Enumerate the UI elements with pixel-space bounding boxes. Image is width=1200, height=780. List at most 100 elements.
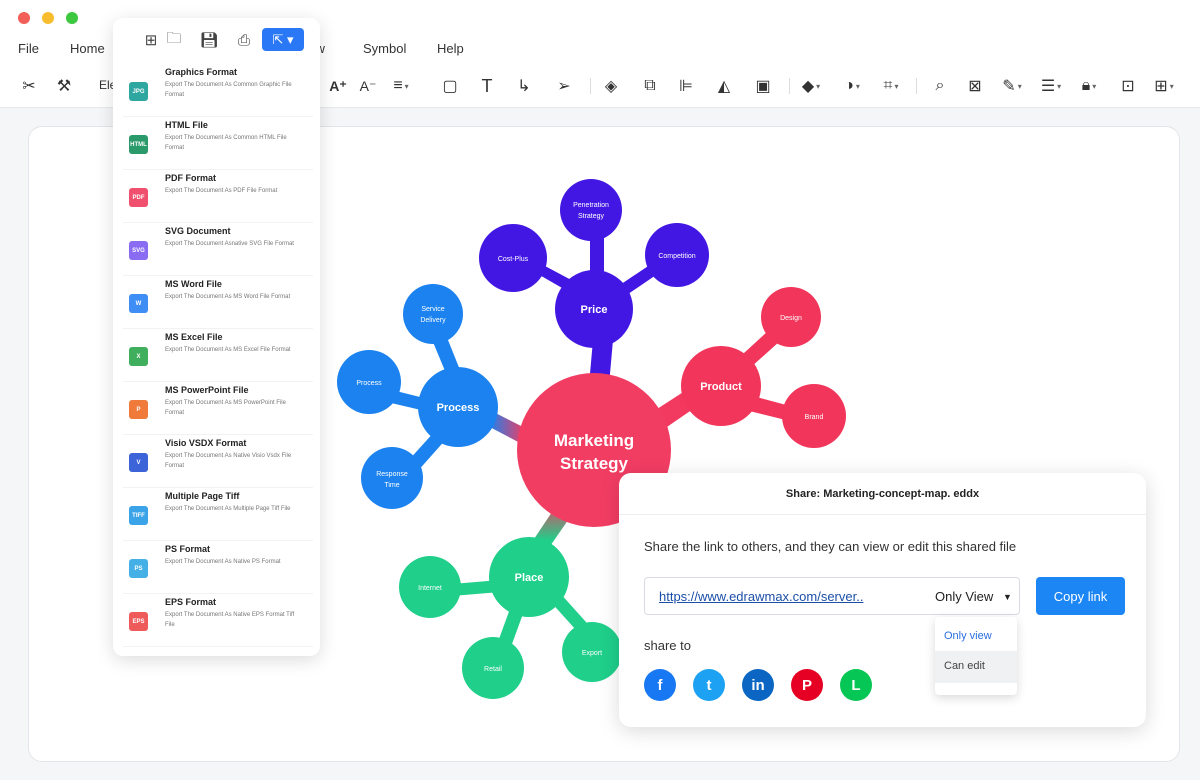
minimize-window-button[interactable]: [42, 12, 54, 24]
permission-dropdown: Only view Can edit: [935, 617, 1017, 695]
export-item-title: Multiple Page Tiff: [165, 491, 240, 501]
export-item-description: Export The Document As MS PowerPoint Fil…: [165, 400, 286, 416]
menu-home[interactable]: Home: [70, 41, 105, 56]
file-format-icon: TIFF: [129, 506, 148, 525]
share-link-field[interactable]: https://www.edrawmax.com/server.. Only V…: [644, 577, 1020, 615]
share-dialog-title: Share: Marketing-concept-map. eddx: [619, 473, 1146, 515]
export-item[interactable]: PS PS Format Export The Document As Native…: [123, 541, 313, 594]
export-item-title: MS Excel File: [165, 332, 223, 342]
share-description: Share the link to others, and they can v…: [644, 539, 1017, 554]
export-item-description: Export The Document As Native PS Format: [165, 559, 281, 565]
option-only-view[interactable]: Only view: [944, 630, 992, 642]
option-can-edit[interactable]: Can edit: [944, 660, 985, 672]
menu-help[interactable]: Help: [437, 41, 464, 56]
menu-symbol[interactable]: Symbol: [363, 41, 406, 56]
export-item[interactable]: TIFF Multiple Page Tiff Export The Documen…: [123, 488, 313, 541]
export-item-description: Export The Document As PDF File Format: [165, 188, 278, 194]
export-item-title: Visio VSDX Format: [165, 438, 247, 448]
export-item[interactable]: HTML HTML File Export The Document As Comm…: [123, 117, 313, 170]
export-item[interactable]: PDF PDF Format Export The Document As PDF …: [123, 170, 313, 223]
copy-link-button[interactable]: Copy link: [1036, 577, 1125, 615]
export-item-description: Export The Document Asnative SVG File Fo…: [165, 241, 294, 247]
file-format-icon: PDF: [129, 188, 148, 207]
fit-page-icon[interactable]: ⊡: [1116, 74, 1140, 98]
rectangle-icon[interactable]: ▢: [438, 74, 462, 98]
export-item-title: HTML File: [165, 120, 208, 130]
export-format-list: JPG Graphics Format Export The Document As…: [123, 64, 313, 647]
panel-toolbar: ⊞ 🗀︎ 💾︎ ⎙ ⇱ ▾: [113, 18, 320, 62]
export-icon[interactable]: ⇱ ▾: [262, 28, 304, 51]
export-item-description: Export The Document As Common HTML File …: [165, 135, 287, 151]
shape-style-icon[interactable]: ◑ ▾: [840, 74, 864, 98]
text-icon[interactable]: T: [475, 74, 499, 98]
export-item-title: PS Format: [165, 544, 211, 554]
pointer-icon[interactable]: ➢: [552, 74, 576, 98]
pinterest-icon[interactable]: P: [791, 669, 823, 701]
file-format-icon: P: [129, 400, 148, 419]
twitter-icon[interactable]: t: [693, 669, 725, 701]
export-item-title: Graphics Format: [165, 67, 238, 77]
export-item[interactable]: JPG Graphics Format Export The Document As…: [123, 64, 313, 117]
line-icon[interactable]: L: [840, 669, 872, 701]
export-item[interactable]: SVG SVG Document Export The Document Asnat…: [123, 223, 313, 276]
export-item[interactable]: P MS PowerPoint File Export The Document A…: [123, 382, 313, 435]
export-item-description: Export The Document As Native EPS Format…: [165, 612, 295, 628]
lock-icon[interactable]: 🔒︎ ▾: [1077, 74, 1101, 98]
search-icon[interactable]: ⌕: [928, 74, 952, 98]
close-window-button[interactable]: [18, 12, 30, 24]
export-item[interactable]: V Visio VSDX Format Export The Document As…: [123, 435, 313, 488]
decrease-font-icon[interactable]: A⁻: [356, 74, 380, 98]
export-item-title: EPS Format: [165, 597, 217, 607]
align-left-icon[interactable]: ⊫: [674, 74, 698, 98]
crop-icon[interactable]: ⌗ ▾: [879, 74, 903, 98]
export-item-title: MS PowerPoint File: [165, 385, 249, 395]
save-icon[interactable]: 💾︎: [198, 30, 220, 50]
export-item[interactable]: EPS EPS Format Export The Document As Nati…: [123, 594, 313, 647]
export-item[interactable]: W MS Word File Export The Document As MS W…: [123, 276, 313, 329]
linkedin-icon[interactable]: in: [742, 669, 774, 701]
export-panel: ⊞ 🗀︎ 💾︎ ⎙ ⇱ ▾ JPG Graphics Format Export T…: [113, 18, 320, 656]
file-format-icon: W: [129, 294, 148, 313]
fill-color-icon[interactable]: ◆ ▾: [799, 74, 823, 98]
maximize-window-button[interactable]: [66, 12, 78, 24]
flip-icon[interactable]: ◭: [712, 74, 736, 98]
align-text-icon[interactable]: ≡ ▾: [389, 74, 413, 98]
line-color-icon[interactable]: ✎ ▾: [1000, 74, 1024, 98]
file-format-icon: SVG: [129, 241, 148, 260]
file-format-icon: HTML: [129, 135, 148, 154]
export-item[interactable]: X MS Excel File Export The Document As MS …: [123, 329, 313, 382]
export-item-title: PDF Format: [165, 173, 217, 183]
file-format-icon: EPS: [129, 612, 148, 631]
line-style-icon[interactable]: ☰ ▾: [1039, 74, 1063, 98]
export-item-description: Export The Document As Common Graphic Fi…: [165, 82, 292, 98]
more-tools-icon[interactable]: ⊞ ▾: [1152, 74, 1176, 98]
chevron-down-icon[interactable]: ▼: [1003, 592, 1012, 602]
connector-icon[interactable]: ↳: [512, 74, 536, 98]
layers-icon[interactable]: ◈: [599, 74, 623, 98]
increase-font-icon[interactable]: A⁺: [326, 74, 350, 98]
export-item-description: Export The Document As Multiple Page Tif…: [165, 506, 291, 512]
file-format-icon: JPG: [129, 82, 148, 101]
export-item-description: Export The Document As Native Visio Vsdx…: [165, 453, 292, 469]
file-format-icon: X: [129, 347, 148, 366]
file-format-icon: PS: [129, 559, 148, 578]
facebook-icon[interactable]: f: [644, 669, 676, 701]
find-replace-icon[interactable]: ⊠: [963, 74, 987, 98]
cut-icon[interactable]: ✂: [17, 74, 41, 98]
frame-icon[interactable]: ▣: [751, 74, 775, 98]
permission-select[interactable]: Only View: [935, 589, 993, 604]
file-format-icon: V: [129, 453, 148, 472]
export-item-description: Export The Document As MS Word File Form…: [165, 294, 291, 300]
share-dialog: Share: Marketing-concept-map. eddx Share…: [619, 473, 1146, 727]
menu-file[interactable]: File: [18, 41, 39, 56]
share-to-label: share to: [644, 638, 691, 653]
export-item-title: MS Word File: [165, 279, 222, 289]
group-icon[interactable]: ⧉: [638, 74, 662, 98]
share-link-url[interactable]: https://www.edrawmax.com/server..: [659, 589, 863, 604]
open-folder-icon[interactable]: 🗀︎: [163, 30, 185, 50]
new-file-icon[interactable]: ⊞: [140, 30, 162, 50]
export-item-description: Export The Document As MS Excel File For…: [165, 347, 291, 353]
print-icon[interactable]: ⎙: [233, 30, 255, 50]
export-item-title: SVG Document: [165, 226, 231, 236]
format-painter-icon[interactable]: ⚒: [52, 74, 76, 98]
